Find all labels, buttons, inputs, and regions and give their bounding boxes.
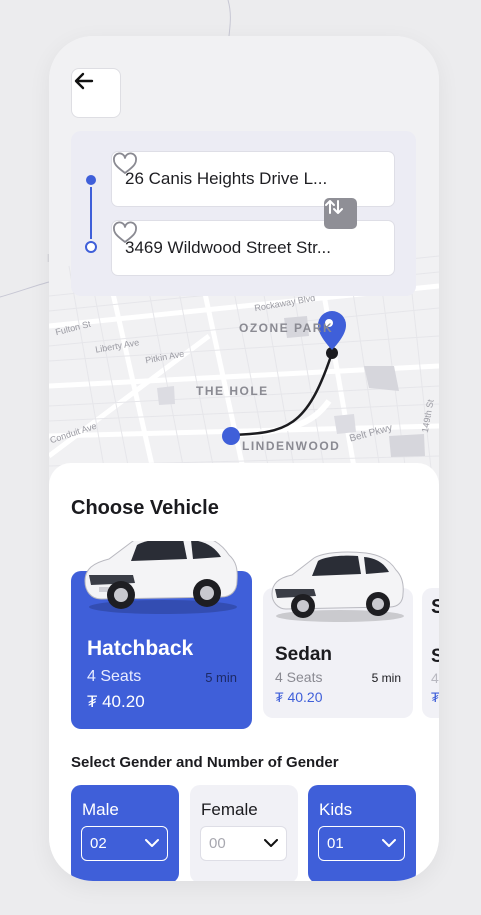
route-connector [90,187,92,239]
vehicle-name: Hatchback [87,637,194,660]
map-area-label: LINDENWOOD [242,439,341,453]
gender-label: Male [82,800,119,819]
route-panel: 26 Canis Heights Drive L... 3469 Wildwoo… [71,131,416,296]
male-count-value: 02 [90,835,107,852]
hatchback-car-image [84,541,238,614]
sedan-car-image [271,551,404,622]
heart-icon[interactable] [112,152,138,176]
kids-count-select[interactable]: 01 [318,826,405,861]
choose-vehicle-title: Choose Vehicle [71,497,219,519]
chevron-down-icon [264,839,278,847]
vehicle-seats: 4 Seats [87,668,142,685]
swap-addresses-button[interactable] [324,198,357,229]
kids-count-value: 01 [327,835,344,852]
map-area-label: OZONE PARK [239,321,334,335]
origin-marker [222,427,240,445]
vehicle-eta: 5 min [205,670,237,685]
vehicle-name: Sedan [275,644,333,665]
origin-dot [86,175,96,185]
arrow-left-icon [74,72,94,90]
dropoff-address-text: 3469 Wildwood Street Str... [125,238,331,257]
map-view[interactable]: OZONE PARK THE HOLE LINDENWOOD Fulton St… [49,36,439,496]
male-count-select[interactable]: 02 [81,826,168,861]
vehicle-card-partial[interactable]: S S 4 ₮ [422,588,439,718]
vehicle-eta: 5 min [371,671,401,685]
gender-section-title: Select Gender and Number of Gender [71,754,339,771]
vehicle-sheet: Choose Vehicle Hatchback 4 Seats 5 min ₮… [49,463,439,881]
swap-vertical-icon [325,200,343,214]
vehicle-price: ₮ 40.20 [275,689,323,705]
chevron-down-icon [382,839,396,847]
gender-card-male[interactable]: Male 02 [71,785,179,881]
gender-label: Kids [319,800,353,819]
gender-card-kids[interactable]: Kids 01 [308,785,416,881]
pickup-address-text: 26 Canis Heights Drive L... [125,169,328,188]
gender-card-female[interactable]: Female 00 [190,785,298,881]
vehicle-price: ₮ 40.20 [87,692,145,711]
vehicle-carousel[interactable]: Hatchback 4 Seats 5 min ₮ 40.20 Sedan 4 … [71,541,439,731]
heart-icon[interactable] [112,221,138,245]
chevron-down-icon [145,839,159,847]
female-count-value: 00 [209,835,226,852]
back-button[interactable] [71,68,121,118]
destination-dot [85,241,97,253]
vehicle-seats: 4 Seats [275,669,323,685]
map-area-label: THE HOLE [196,384,269,398]
phone-screen: OZONE PARK THE HOLE LINDENWOOD Fulton St… [49,36,439,881]
gender-label: Female [201,800,258,819]
female-count-select[interactable]: 00 [200,826,287,861]
